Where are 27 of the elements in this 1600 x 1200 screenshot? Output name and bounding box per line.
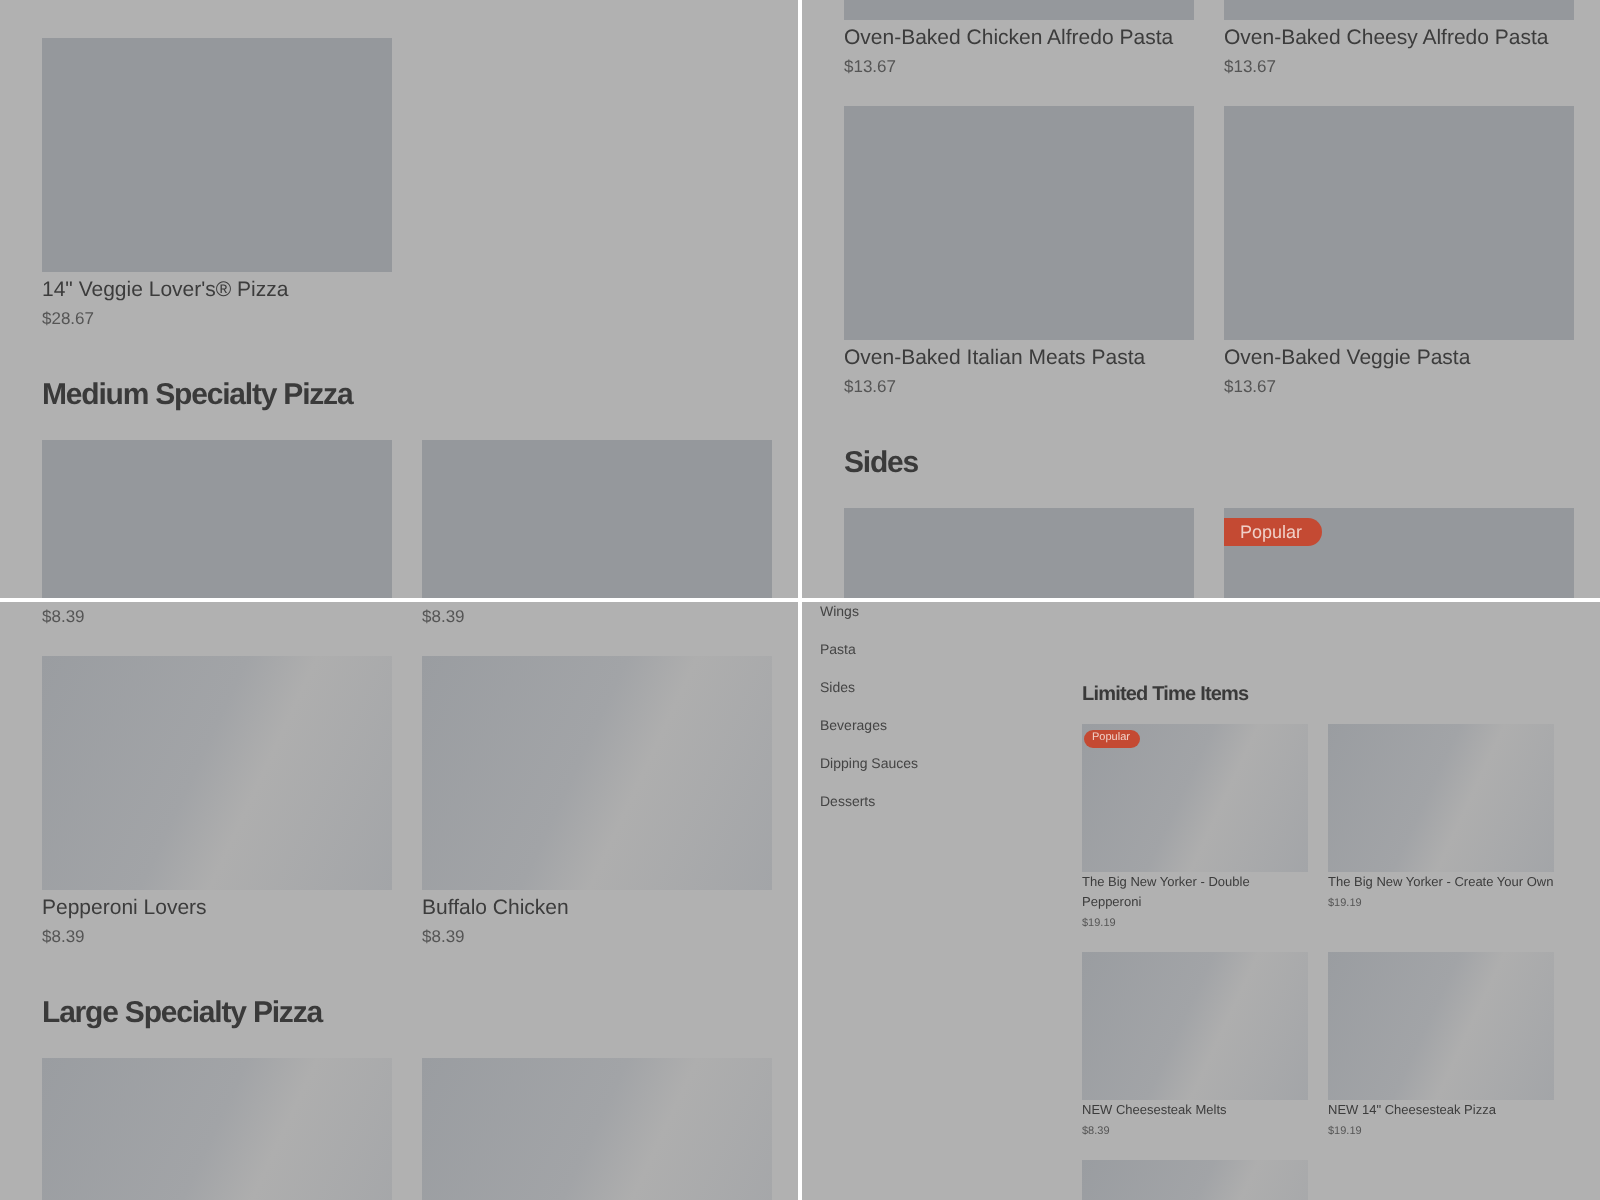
item-price: $13.67 bbox=[844, 54, 898, 78]
image-placeholder[interactable] bbox=[844, 0, 1194, 20]
item-name[interactable]: Oven-Baked Veggie Pasta bbox=[1224, 346, 1574, 372]
image-placeholder[interactable] bbox=[844, 106, 1194, 340]
image-placeholder[interactable]: Popular bbox=[1224, 507, 1574, 598]
item-price: $8.39 bbox=[422, 924, 467, 948]
item-price: $13.67 bbox=[844, 374, 898, 398]
section-heading: Medium Specialty Pizza bbox=[42, 376, 356, 416]
item-name[interactable]: Oven-Baked Italian Meats Pasta bbox=[844, 346, 1194, 372]
item-price: $28.67 bbox=[42, 306, 96, 330]
image-placeholder[interactable] bbox=[42, 38, 392, 272]
popular-tag: Popular bbox=[1224, 517, 1323, 545]
image-placeholder[interactable] bbox=[1224, 106, 1574, 340]
section-heading: Large Specialty Pizza bbox=[42, 994, 326, 1034]
item-name[interactable]: Pepperoni Lovers bbox=[42, 896, 392, 922]
item-name[interactable]: Oven-Baked Cheesy Alfredo Pasta bbox=[1224, 26, 1574, 52]
item-price: $8.39 bbox=[42, 924, 87, 948]
image-placeholder[interactable] bbox=[1224, 0, 1574, 20]
item-price: $8.39 bbox=[42, 604, 87, 628]
item-name[interactable]: Buffalo Chicken bbox=[422, 896, 772, 922]
item-price: $13.67 bbox=[1224, 374, 1278, 398]
section-heading: Limited Time Items bbox=[1082, 682, 1251, 710]
item-price: $13.67 bbox=[1224, 54, 1278, 78]
item-name[interactable]: 14" Veggie Lover's® Pizza bbox=[42, 278, 392, 304]
item-name[interactable]: Oven-Baked Chicken Alfredo Pasta bbox=[844, 26, 1194, 52]
item-price: $8.39 bbox=[422, 604, 467, 628]
section-heading: Sides bbox=[844, 444, 921, 484]
